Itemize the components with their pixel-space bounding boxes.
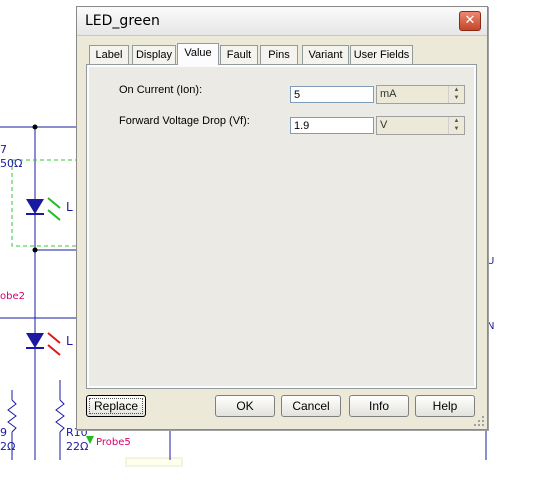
tab-pins-text: Pins bbox=[268, 49, 290, 61]
edge-label-n: N bbox=[487, 321, 495, 332]
tab-variant-text: Variant bbox=[308, 49, 343, 61]
spin-down-icon[interactable]: ▼ bbox=[449, 94, 464, 102]
tab-value[interactable]: Value bbox=[177, 43, 219, 65]
probe5-label: Probe5 bbox=[96, 437, 131, 448]
resistor-value-label: 50Ω bbox=[0, 157, 23, 170]
led2-ref-label: L bbox=[66, 334, 73, 348]
tab-user-fields-text: User Fields bbox=[353, 49, 410, 61]
r10-value-label: 22Ω bbox=[66, 440, 89, 453]
forward-voltage-spinner[interactable]: ▲ ▼ bbox=[448, 117, 464, 134]
tab-display-text: Display bbox=[135, 49, 173, 61]
tab-pins[interactable]: Pins bbox=[260, 45, 298, 64]
tab-fault[interactable]: Fault bbox=[220, 45, 258, 64]
tab-user-fields[interactable]: User Fields bbox=[350, 45, 413, 64]
forward-voltage-input[interactable]: 1.9 bbox=[290, 117, 374, 134]
led1-ref-label: L bbox=[66, 200, 73, 214]
edge-label-u: U bbox=[487, 256, 495, 267]
help-button[interactable]: Help bbox=[415, 395, 475, 417]
tab-fault-text: Fault bbox=[226, 49, 252, 61]
probe2-label: obe2 bbox=[0, 291, 25, 302]
on-current-label: On Current (Ion): bbox=[119, 84, 203, 96]
on-current-unit-select[interactable]: mA ▲ ▼ bbox=[376, 85, 465, 104]
info-button[interactable]: Info bbox=[349, 395, 409, 417]
value-tab-panel: On Current (Ion): 5 mA ▲ ▼ Forward Volta… bbox=[86, 64, 477, 389]
on-current-input[interactable]: 5 bbox=[290, 86, 374, 103]
tab-display[interactable]: Display bbox=[132, 45, 176, 64]
forward-voltage-label: Forward Voltage Drop (Vf): bbox=[119, 115, 250, 127]
tab-variant[interactable]: Variant bbox=[302, 45, 349, 64]
tab-label[interactable]: Label bbox=[89, 45, 129, 64]
spin-up-icon[interactable]: ▲ bbox=[449, 117, 464, 125]
replace-button[interactable]: Replace bbox=[86, 395, 146, 417]
close-button[interactable]: ✕ bbox=[459, 11, 481, 31]
resistor-left-ref: 9 bbox=[0, 426, 7, 439]
on-current-spinner[interactable]: ▲ ▼ bbox=[448, 86, 464, 103]
component-properties-dialog: LED_green ✕ Label Display Value Fault Pi… bbox=[76, 6, 488, 430]
resistor-ref-label: 7 bbox=[0, 143, 7, 156]
resistor-left-value: 2Ω bbox=[0, 440, 16, 453]
spin-down-icon[interactable]: ▼ bbox=[449, 125, 464, 133]
cancel-button[interactable]: Cancel bbox=[281, 395, 341, 417]
on-current-unit-value: mA bbox=[380, 88, 397, 100]
value-tab-content: On Current (Ion): 5 mA ▲ ▼ Forward Volta… bbox=[89, 67, 474, 386]
tab-label-text: Label bbox=[95, 49, 123, 61]
close-icon: ✕ bbox=[464, 13, 476, 28]
ok-button[interactable]: OK bbox=[215, 395, 275, 417]
dialog-title: LED_green bbox=[85, 13, 160, 29]
tab-value-text: Value bbox=[184, 47, 212, 59]
forward-voltage-unit-select[interactable]: V ▲ ▼ bbox=[376, 116, 465, 135]
resize-grip-icon[interactable] bbox=[473, 415, 485, 427]
spin-up-icon[interactable]: ▲ bbox=[449, 86, 464, 94]
dialog-titlebar[interactable]: LED_green ✕ bbox=[77, 7, 487, 36]
forward-voltage-unit-value: V bbox=[380, 119, 388, 131]
